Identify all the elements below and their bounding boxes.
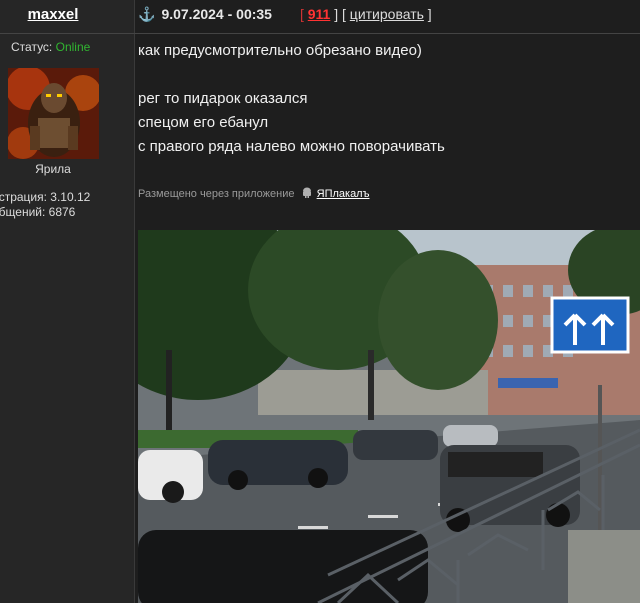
posted-via-label: Размещено через приложение [138,187,295,200]
post-line: как предусмотрительно обрезано видео) [138,42,422,59]
post-date: 9.07.2024 - 00:35 [161,6,272,22]
quote-bracket-close: ] [427,6,432,22]
header-divider [0,33,640,34]
app-link[interactable]: ЯПлакалъ [317,188,370,200]
registration-date: истрация: 3.10.12 [0,190,91,204]
post-line: рег то пидарок оказался [138,90,308,107]
android-icon [302,187,312,201]
username-link[interactable]: maxxel [0,6,106,23]
avatar[interactable] [8,68,99,159]
status-online: Online [55,40,91,54]
status-label: Статус: [11,40,53,54]
user-rank: Ярила [35,162,71,176]
post-line: спецом его ебанул [138,114,269,131]
quote-link[interactable]: цитировать [350,6,424,22]
rating-bracket-close: ] [334,6,339,22]
post-count: общений: 6876 [0,205,76,219]
user-status: Статус: Online [11,40,90,54]
post-image[interactable] [138,230,640,603]
rating-count[interactable]: 911 [308,6,331,22]
quote-bracket-open: [ [342,6,346,22]
post-header: ⚓ 9.07.2024 - 00:35 [ 911 ] [ цитировать ] [138,6,432,23]
post-line: с правого ряда налево можно поворачивать [138,138,445,155]
anchor-icon[interactable]: ⚓ [138,6,155,22]
rating-bracket-open: [ [299,6,304,22]
posted-via: Размещено через приложение ЯПлакалъ [138,187,369,201]
